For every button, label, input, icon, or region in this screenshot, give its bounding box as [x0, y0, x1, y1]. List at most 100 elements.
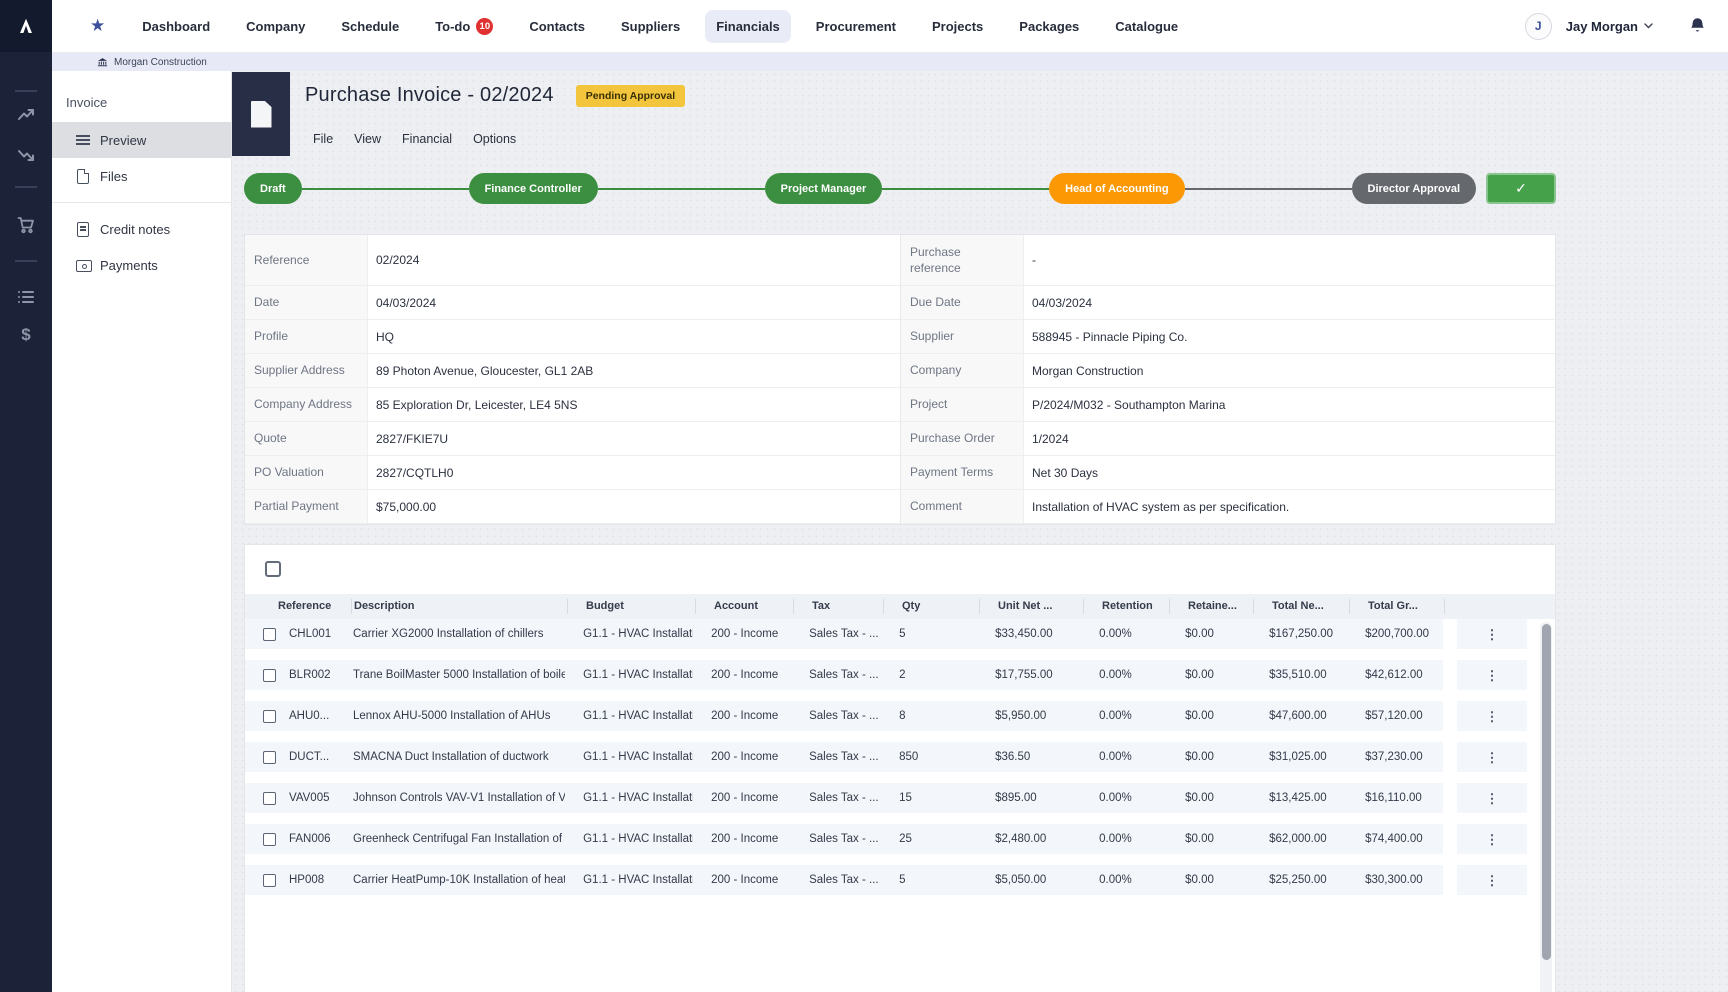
list-icon[interactable]: [17, 288, 35, 306]
table-row[interactable]: VAV005 Johnson Controls VAV-V1 Installat…: [245, 783, 1555, 813]
row-checkbox[interactable]: [263, 874, 276, 887]
column-header-unit-net[interactable]: Unit Net ...: [979, 599, 1083, 614]
nav-item[interactable]: Catalogue: [1104, 10, 1189, 43]
row-checkbox[interactable]: [263, 833, 276, 846]
workflow-step[interactable]: Head of Accounting: [1049, 173, 1184, 204]
nav-item[interactable]: Packages: [1008, 10, 1090, 43]
table-scrollbar-thumb[interactable]: [1542, 624, 1551, 960]
icon-rail: $: [0, 0, 52, 992]
column-header-retained[interactable]: Retaine...: [1169, 599, 1253, 614]
detail-label: Partial Payment: [245, 490, 368, 523]
menu-item[interactable]: Financial: [402, 132, 452, 146]
column-header-total-gross[interactable]: Total Gr...: [1349, 599, 1445, 614]
workflow-connector: [302, 188, 469, 190]
row-menu-kebab-icon[interactable]: ⋮: [1486, 669, 1499, 682]
nav-item[interactable]: Suppliers: [610, 10, 691, 43]
cell-unit-net: $36.50: [977, 751, 1081, 763]
trending-up-icon[interactable]: [17, 106, 35, 124]
favorite-star-icon[interactable]: ★: [90, 16, 105, 36]
workflow-step[interactable]: Finance Controller: [469, 173, 598, 204]
cell-total-net: $13,425.00: [1251, 792, 1347, 804]
table-row[interactable]: HP008 Carrier HeatPump-10K Installation …: [245, 865, 1555, 895]
detail-label: Purchase Order: [901, 422, 1024, 455]
workflow-step[interactable]: Director Approval: [1352, 173, 1477, 204]
detail-value: 85 Exploration Dr, Leicester, LE4 5NS: [368, 388, 900, 421]
approve-button[interactable]: ✓: [1486, 173, 1556, 204]
user-menu[interactable]: Jay Morgan: [1566, 19, 1653, 34]
row-menu-kebab-icon[interactable]: ⋮: [1486, 833, 1499, 846]
sidebar-item[interactable]: Preview: [52, 122, 231, 158]
trending-down-icon[interactable]: [17, 146, 35, 164]
table-row[interactable]: DUCT... SMACNA Duct Installation of duct…: [245, 742, 1555, 772]
main-content: Purchase Invoice - 02/2024 Pending Appro…: [232, 71, 1728, 992]
table-row[interactable]: BLR002 Trane BoilMaster 5000 Installatio…: [245, 660, 1555, 690]
cart-icon[interactable]: [17, 216, 35, 234]
row-menu-kebab-icon[interactable]: ⋮: [1486, 628, 1499, 641]
column-header-description[interactable]: Description: [351, 599, 567, 614]
cell-total-net: $167,250.00: [1251, 628, 1347, 640]
cell-account: 200 - Income: [693, 751, 791, 763]
menu-item[interactable]: Options: [473, 132, 516, 146]
company-bank-icon: [97, 57, 108, 68]
workflow-step[interactable]: Draft: [244, 173, 302, 204]
cell-total-gross: $74,400.00: [1347, 833, 1443, 845]
workflow-connector: [598, 188, 765, 190]
row-menu-kebab-icon[interactable]: ⋮: [1486, 751, 1499, 764]
sidebar-item[interactable]: Files: [52, 158, 231, 194]
sidebar-item[interactable]: Payments: [52, 247, 231, 283]
menu-item[interactable]: File: [313, 132, 333, 146]
column-header-total-net[interactable]: Total Ne...: [1253, 599, 1349, 614]
row-menu-kebab-icon[interactable]: ⋮: [1486, 792, 1499, 805]
column-header-reference[interactable]: Reference: [245, 599, 351, 614]
row-checkbox[interactable]: [263, 710, 276, 723]
cell-retention: 0.00%: [1081, 628, 1167, 640]
detail-row: Partial Payment $75,000.00: [245, 490, 900, 524]
nav-item[interactable]: Financials: [705, 10, 791, 43]
nav-item[interactable]: Contacts: [518, 10, 596, 43]
nav-item[interactable]: To-do 10: [424, 9, 504, 44]
row-checkbox[interactable]: [263, 628, 276, 641]
row-checkbox[interactable]: [263, 669, 276, 682]
sidebar-item-label: Preview: [100, 133, 146, 148]
breadcrumb-company[interactable]: Morgan Construction: [114, 57, 207, 68]
row-checkbox[interactable]: [263, 792, 276, 805]
cell-retention: 0.00%: [1081, 833, 1167, 845]
table-row[interactable]: FAN006 Greenheck Centrifugal Fan Install…: [245, 824, 1555, 854]
nav-item[interactable]: Schedule: [330, 10, 410, 43]
row-menu-kebab-icon[interactable]: ⋮: [1486, 874, 1499, 887]
detail-value: 2827/FKIE7U: [368, 422, 900, 455]
column-header-budget[interactable]: Budget: [567, 599, 695, 614]
column-header-retention[interactable]: Retention: [1083, 599, 1169, 614]
column-header-tax[interactable]: Tax: [793, 599, 883, 614]
nav-item[interactable]: Projects: [921, 10, 994, 43]
nav-item[interactable]: Procurement: [805, 10, 907, 43]
detail-row: Payment Terms Net 30 Days: [901, 456, 1555, 490]
dollar-icon[interactable]: $: [17, 326, 35, 344]
cell-account: 200 - Income: [693, 628, 791, 640]
sidebar-item-icon: [76, 258, 90, 272]
column-header-qty[interactable]: Qty: [883, 599, 979, 614]
nav-item[interactable]: Company: [235, 10, 316, 43]
check-icon: ✓: [1515, 180, 1527, 197]
detail-label: Reference: [245, 235, 368, 285]
notifications-bell-icon[interactable]: [1689, 17, 1706, 35]
avatar[interactable]: J: [1525, 13, 1552, 40]
column-header-account[interactable]: Account: [695, 599, 793, 614]
sidebar-item[interactable]: Credit notes: [52, 211, 231, 247]
detail-label: Company: [901, 354, 1024, 387]
cell-total-gross: $200,700.00: [1347, 628, 1443, 640]
menu-item[interactable]: View: [354, 132, 381, 146]
cell-retained: $0.00: [1167, 751, 1251, 763]
row-menu-kebab-icon[interactable]: ⋮: [1486, 710, 1499, 723]
table-row[interactable]: CHL001 Carrier XG2000 Installation of ch…: [245, 619, 1555, 649]
table-row[interactable]: AHU0... Lennox AHU-5000 Installation of …: [245, 701, 1555, 731]
nav-item[interactable]: Dashboard: [131, 10, 221, 43]
cell-description: Johnson Controls VAV-V1 Installation of …: [351, 792, 565, 804]
cell-total-gross: $37,230.00: [1347, 751, 1443, 763]
row-checkbox[interactable]: [263, 751, 276, 764]
workflow-step[interactable]: Project Manager: [765, 173, 883, 204]
todo-count-badge: 10: [476, 18, 493, 35]
app-logo[interactable]: [0, 0, 52, 52]
cell-tax: Sales Tax - ...: [791, 833, 881, 845]
select-all-checkbox[interactable]: [265, 561, 281, 577]
